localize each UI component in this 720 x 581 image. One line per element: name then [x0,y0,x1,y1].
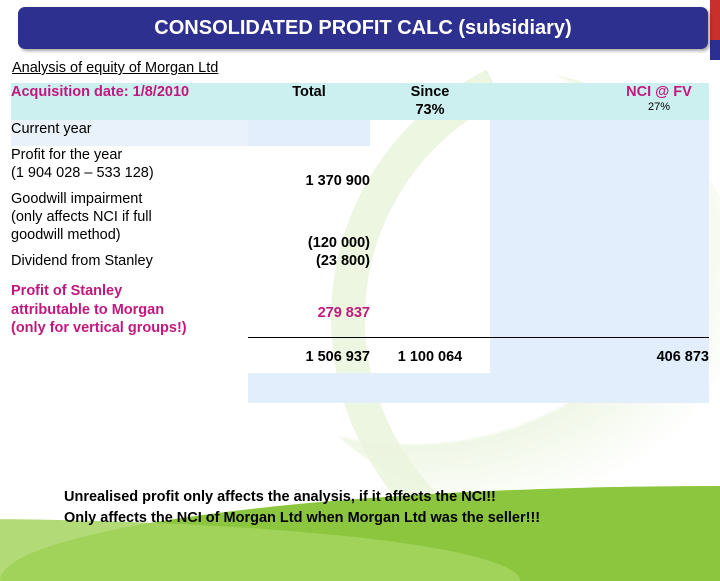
row-since-goodwill-impairment [370,190,490,252]
since-percentage: 73% [415,102,445,119]
row-spacer-profit-of-stanley [490,270,609,338]
row-nci-profit-of-stanley [609,270,709,338]
row-since-totals: 1 100 064 [370,336,490,374]
row-label-blank [11,373,248,403]
column-header-total: Total [248,83,370,120]
table-row: Goodwill impairment (only affects NCI if… [11,189,709,253]
row-nci-goodwill-impairment [609,189,709,253]
row-since-profit-for-year [370,146,490,190]
row-total-dividend-from-stanley: (23 800) [315,253,370,270]
footnote-text: Unrealised profit only affects the analy… [64,489,541,527]
row-spacer-profit-for-year [490,145,609,190]
row-nci-totals: 406 873 [609,336,709,374]
table-row: Dividend from Stanley (23 800) [11,252,709,271]
row-spacer-dividend-from-stanley [490,252,609,271]
row-nci-dividend-from-stanley [609,252,709,271]
row-label-dividend-from-stanley: Dividend from Stanley [11,253,153,270]
row-since-profit-of-stanley [370,270,490,337]
slide-content: Analysis of equity of Morgan Ltd Acquisi… [0,0,720,581]
row-label-goodwill-impairment: Goodwill impairment (only affects NCI if… [11,190,152,244]
nci-label: NCI @ FV [626,84,692,100]
table-totals-row: 1 506 937 1 100 064 406 873 [11,336,709,374]
row-since-current-year [370,120,490,146]
analysis-subtitle: Analysis of equity of Morgan Ltd [12,60,219,76]
row-total-totals: 1 506 937 [248,336,370,374]
row-total-blank [248,373,370,404]
row-spacer-current-year [490,119,609,146]
row-label-profit-of-stanley: Profit of Stanley attributable to Morgan… [11,283,187,336]
row-label-totals [11,337,248,373]
row-nci-blank [609,373,709,404]
row-spacer-totals [490,336,609,374]
since-label: Since [410,84,450,100]
nci-percentage: 27% [647,101,671,114]
column-header-spacer [490,83,609,120]
table-header-row: Acquisition date: 1/8/2010 Total Since 7… [11,83,709,120]
table-row: Current year [11,119,709,146]
table-row: Profit for the year (1 904 028 – 533 128… [11,145,709,190]
table-row: Profit of Stanley attributable to Morgan… [11,270,709,338]
row-nci-profit-for-year [609,145,709,190]
row-since-blank [370,373,490,404]
row-label-current-year: Current year [11,119,248,146]
column-header-since: Since 73% [370,83,490,120]
equity-analysis-table: Acquisition date: 1/8/2010 Total Since 7… [11,83,709,404]
row-label-profit-for-year: Profit for the year (1 904 028 – 533 128… [11,146,154,181]
row-total-goodwill-impairment: (120 000) [307,234,370,251]
row-total-profit-of-stanley: 279 837 [317,305,370,322]
column-header-nci: NCI @ FV 27% [609,83,709,120]
row-total-current-year [248,119,370,146]
row-since-dividend-from-stanley [370,252,490,270]
row-spacer-blank [490,373,609,404]
row-spacer-goodwill-impairment [490,189,609,253]
table-row [11,373,709,404]
row-total-profit-for-year: 1 370 900 [305,172,370,189]
acquisition-date-label: Acquisition date: 1/8/2010 [11,83,248,120]
row-nci-current-year [609,119,709,146]
